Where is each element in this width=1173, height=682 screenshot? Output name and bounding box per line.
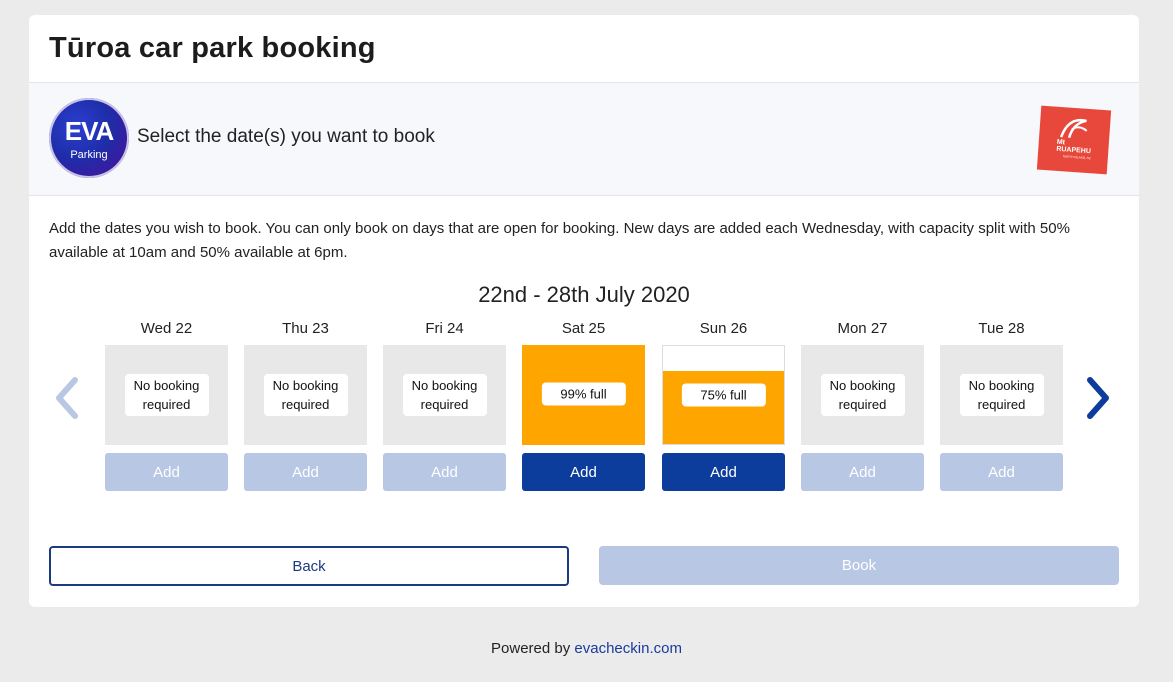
day-name: Thu 23: [282, 320, 329, 337]
day-name: Tue 28: [978, 320, 1025, 337]
eva-parking-logo: EVA Parking: [49, 98, 129, 178]
day-column: Wed 22 No booking required Add: [105, 320, 228, 491]
back-button[interactable]: Back: [49, 546, 569, 586]
logo-word: EVA: [64, 116, 115, 146]
day-capacity-box: 99% full: [522, 345, 645, 445]
add-day-button[interactable]: Add: [801, 453, 924, 491]
status-label: No booking required: [263, 374, 348, 416]
day-capacity-box: No booking required: [801, 345, 924, 445]
day-name: Fri 24: [425, 320, 464, 337]
day-capacity-box: 75% full: [662, 345, 785, 445]
footer-prefix: Powered by: [491, 640, 575, 657]
ruapehu-mountain-icon: [1059, 118, 1088, 139]
day-capacity-box: No booking required: [105, 345, 228, 445]
add-day-button[interactable]: Add: [105, 453, 228, 491]
select-date-band: EVA Parking Select the date(s) you want …: [29, 83, 1139, 196]
day-column: Sun 26 75% full Add: [662, 320, 785, 491]
day-column: Fri 24 No booking required Add: [383, 320, 506, 491]
prev-week-button[interactable]: [51, 376, 81, 420]
status-label: No booking required: [820, 374, 905, 416]
day-column: Mon 27 No booking required Add: [801, 320, 924, 491]
footer-link[interactable]: evacheckin.com: [574, 640, 682, 657]
chevron-left-icon: [56, 377, 78, 419]
add-day-button[interactable]: Add: [940, 453, 1063, 491]
capacity-fill: [663, 370, 784, 444]
intro-text: Add the dates you wish to book. You can …: [49, 220, 1070, 261]
week-label: 22nd - 28th July 2020: [478, 282, 690, 307]
day-name: Sun 26: [699, 320, 748, 337]
status-label: No booking required: [959, 374, 1044, 416]
status-label: 75% full: [681, 383, 766, 407]
page-title: Tūroa car park booking: [49, 32, 376, 64]
add-day-button[interactable]: Add: [383, 453, 506, 491]
title-bar: Tūroa car park booking: [29, 15, 1139, 83]
logo-sub: Parking: [70, 149, 108, 161]
logo-small-text: NORTH ISLAND, NZ: [1062, 154, 1091, 161]
status-label: No booking required: [402, 374, 487, 416]
logo-text: Mt RUAPEHU: [1056, 138, 1092, 156]
day-capacity-box: No booking required: [244, 345, 367, 445]
day-name: Wed 22: [140, 320, 193, 337]
status-label: 99% full: [541, 382, 626, 406]
footer: Powered by evacheckin.com: [0, 640, 1173, 657]
mt-ruapehu-logo: Mt RUAPEHU NORTH ISLAND, NZ: [1036, 105, 1112, 175]
add-day-button[interactable]: Add: [244, 453, 367, 491]
day-column: Thu 23 No booking required Add: [244, 320, 367, 491]
next-week-button[interactable]: [1084, 376, 1114, 420]
day-name: Mon 27: [837, 320, 888, 337]
chevron-right-icon: [1087, 377, 1109, 419]
add-day-button[interactable]: Add: [662, 453, 785, 491]
select-prompt: Select the date(s) you want to book: [137, 126, 435, 147]
day-capacity-box: No booking required: [940, 345, 1063, 445]
day-column: Sat 25 99% full Add: [522, 320, 645, 491]
day-capacity-box: No booking required: [383, 345, 506, 445]
book-button[interactable]: Book: [599, 546, 1119, 585]
booking-card: Tūroa car park booking EVA Parking Selec…: [29, 15, 1139, 607]
add-day-button[interactable]: Add: [522, 453, 645, 491]
day-column: Tue 28 No booking required Add: [940, 320, 1063, 491]
status-label: No booking required: [124, 374, 209, 416]
day-name: Sat 25: [561, 320, 606, 337]
